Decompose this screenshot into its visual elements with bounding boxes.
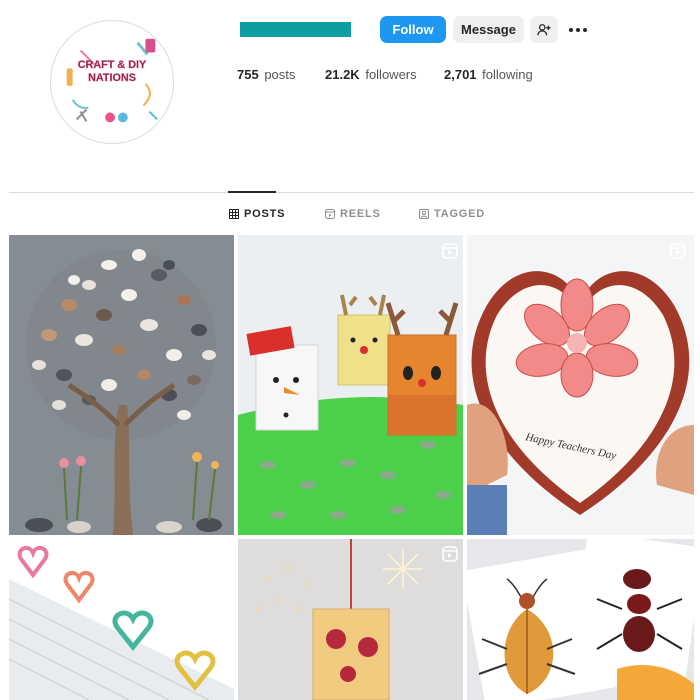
tab-posts-label: POSTS [244, 208, 286, 220]
follow-button[interactable]: Follow [380, 16, 446, 43]
followers-label: followers [365, 67, 417, 82]
grid-icon [229, 209, 239, 219]
following-label: following [482, 67, 533, 82]
post-tile-heart-card[interactable]: Happy Teachers Day [467, 235, 694, 535]
active-tab-indicator [228, 191, 276, 193]
tab-reels-label: REELS [340, 208, 381, 220]
message-button[interactable]: Message [453, 16, 524, 43]
tabs-divider [9, 192, 694, 193]
tab-tagged-label: TAGGED [434, 208, 486, 220]
lantern-image [238, 539, 463, 700]
reel-icon [670, 243, 686, 259]
reel-icon [670, 546, 686, 562]
logo-line2: NATIONS [88, 72, 136, 84]
craft-logo-icon: CRAFT & DIY NATIONS [51, 21, 173, 143]
tab-reels[interactable]: REELS [325, 208, 381, 220]
paper-boxes-image [238, 235, 463, 535]
reel-icon [442, 546, 458, 562]
posts-grid: Happy Teachers Day [9, 235, 694, 700]
svg-text:CRAFT & DIY: CRAFT & DIY [78, 59, 147, 71]
posts-label: posts [264, 67, 296, 82]
leaf-insects-image [467, 539, 694, 700]
tagged-icon [419, 209, 429, 219]
more-horizontal-icon [569, 27, 587, 32]
post-tile-heart-clips[interactable] [9, 539, 234, 700]
stat-followers[interactable]: 21.2K followers [325, 67, 417, 82]
post-tile-lantern[interactable] [238, 539, 463, 700]
stat-following[interactable]: 2,701 following [444, 67, 533, 82]
svg-text:NATIONS: NATIONS [88, 72, 136, 84]
person-add-icon [537, 23, 551, 35]
post-tile-leaf-insects[interactable] [467, 539, 694, 700]
heart-card-image: Happy Teachers Day [467, 235, 694, 535]
followers-count: 21.2K [325, 67, 360, 82]
post-tile-pebble-tree[interactable] [9, 235, 234, 535]
tab-tagged[interactable]: TAGGED [419, 208, 485, 220]
reels-icon [325, 209, 335, 219]
username-redacted [240, 22, 351, 37]
following-count: 2,701 [444, 67, 477, 82]
post-tile-paper-boxes[interactable] [238, 235, 463, 535]
tab-posts[interactable]: POSTS [229, 208, 285, 220]
reel-icon [442, 243, 458, 259]
stat-posts: 755 posts [237, 67, 295, 82]
logo-line1: CRAFT & DIY [78, 59, 147, 71]
heart-clips-image [9, 539, 234, 700]
add-user-button[interactable] [530, 16, 558, 43]
pebble-tree-image [9, 235, 234, 535]
posts-count: 755 [237, 67, 259, 82]
profile-avatar[interactable]: CRAFT & DIY NATIONS [50, 20, 174, 144]
reel-icon [212, 546, 228, 562]
more-options-button[interactable] [565, 16, 591, 43]
